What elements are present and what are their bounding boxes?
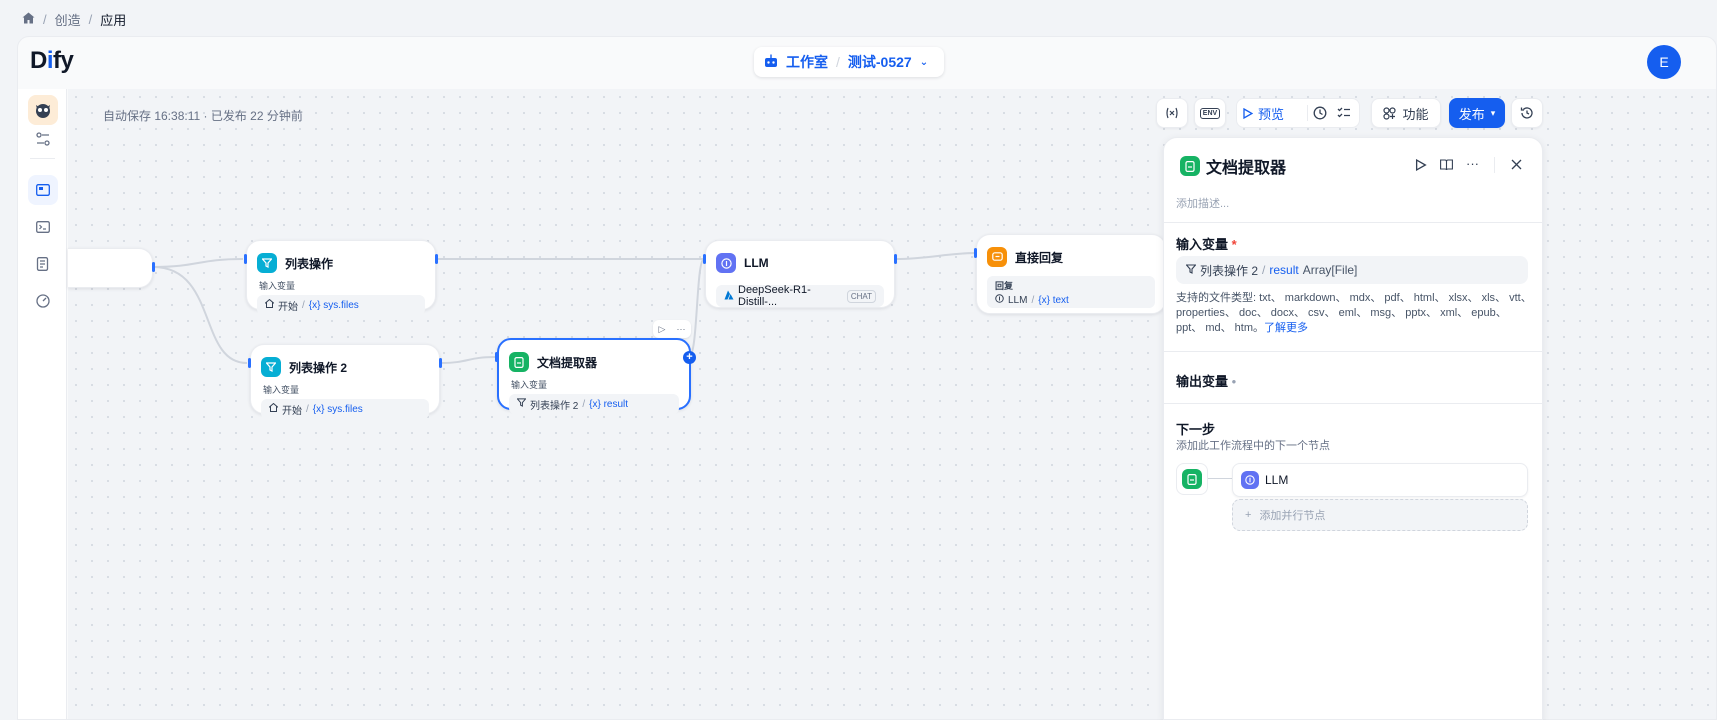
answer-node[interactable]: 直接回复 回复 LLM / {x} text [976, 234, 1166, 314]
node-mini-toolbar: ▷ ··· [653, 320, 691, 338]
chat-badge: CHAT [846, 289, 876, 303]
switcher-separator: / [836, 54, 840, 70]
env-icon: ENV [1199, 107, 1221, 119]
node-title: 列表操作 2 [289, 360, 348, 375]
llm-brain-icon [716, 253, 736, 273]
filter-icon [261, 357, 281, 377]
app-icon[interactable] [28, 95, 58, 125]
app-switcher[interactable]: 工作室 / 测试-0527 ⌄ [754, 47, 944, 77]
document-icon [1180, 156, 1200, 176]
history-icon [1520, 107, 1533, 119]
next-node-llm[interactable]: LLM [1232, 463, 1528, 497]
features-icon [1383, 106, 1397, 120]
model-selector: DeepSeek-R1-Distill-... CHAT [716, 284, 884, 308]
logs-icon[interactable] [28, 249, 58, 279]
node-input-label: 输入变量 [511, 380, 548, 390]
chevron-down-icon: ▾ [1490, 107, 1496, 118]
variable-pill: 列表操作 2/{x} result [509, 394, 679, 414]
workspace-name: 工作室 [786, 54, 828, 70]
next-step-title: 下一步 [1176, 422, 1216, 437]
app-name: 测试-0527 [847, 54, 912, 70]
breadcrumb-apps[interactable]: 应用 [100, 10, 126, 29]
start-node[interactable] [68, 248, 153, 288]
help-book-icon[interactable] [1440, 159, 1453, 174]
terminal-icon[interactable] [28, 212, 58, 242]
answer-content: 回复 LLM / {x} text [987, 276, 1155, 308]
home-icon[interactable] [22, 12, 35, 27]
left-sidebar [18, 89, 67, 719]
preview-button[interactable]: 预览 [1243, 99, 1284, 127]
node-title: 直接回复 [1015, 250, 1064, 265]
chevron-down-icon: ⌄ [919, 56, 929, 68]
add-parallel-node-button[interactable]: + 添加并行节点 [1232, 499, 1528, 531]
llm-node[interactable]: LLM DeepSeek-R1-Distill-... CHAT [705, 240, 895, 308]
breadcrumb-create[interactable]: 创造 [55, 10, 81, 29]
robot-icon [764, 54, 778, 71]
breadcrumb-separator: / [88, 12, 93, 27]
panel-title[interactable]: 文档提取器 [1206, 154, 1286, 178]
expand-dot-icon: • [1231, 374, 1237, 389]
reply-bubble-icon [987, 247, 1007, 267]
node-title: LLM [744, 256, 769, 270]
input-variable-selector[interactable]: 列表操作 2/ result Array[File] [1176, 256, 1528, 284]
output-variables-title[interactable]: 输出变量 • [1176, 371, 1236, 390]
doc-extractor-node[interactable]: 文档提取器 输入变量 列表操作 2/{x} result [497, 338, 691, 414]
node-title: 文档提取器 [537, 355, 598, 370]
node-input-label: 输入变量 [259, 281, 296, 291]
more-icon[interactable]: ··· [676, 324, 685, 334]
variable-pill: 开始 / {x} sys.files [261, 399, 429, 419]
dify-logo[interactable]: Dify [30, 47, 74, 75]
checklist-icon[interactable] [1337, 106, 1351, 123]
more-icon[interactable]: ··· [1466, 156, 1479, 171]
azure-icon [724, 290, 734, 303]
avatar[interactable]: E [1647, 45, 1681, 79]
filter-icon [516, 398, 527, 410]
filter-icon [1185, 263, 1197, 277]
run-history-icon[interactable] [1313, 106, 1327, 123]
monitoring-gauge-icon[interactable] [28, 286, 58, 316]
breadcrumb-separator: / [43, 12, 47, 27]
llm-brain-icon [1241, 471, 1259, 489]
play-icon [1243, 107, 1253, 119]
input-variables-title: 输入变量 * [1176, 237, 1237, 252]
node-input-label: 输入变量 [263, 385, 300, 395]
env-button[interactable]: ENV [1194, 98, 1226, 128]
run-node-icon[interactable] [1415, 158, 1427, 174]
run-group: 预览 [1236, 98, 1360, 128]
next-step-desc: 添加此工作流程中的下一个节点 [1176, 440, 1330, 452]
home-icon [268, 402, 279, 415]
filter-icon [257, 253, 277, 273]
description-input[interactable]: 添加描述... [1176, 195, 1229, 211]
current-node-icon [1176, 463, 1208, 495]
plus-icon: + [1245, 509, 1252, 521]
settings-sliders-icon[interactable] [28, 124, 58, 154]
list-operator-2-node[interactable]: 列表操作 2 输入变量 开始 / {x} sys.files [250, 344, 440, 419]
learn-more-link[interactable]: 了解更多 [1264, 322, 1308, 334]
close-icon[interactable] [1511, 159, 1522, 173]
version-history-button[interactable] [1511, 98, 1543, 128]
variable-pill: 开始 / {x} sys.files [257, 295, 425, 315]
breadcrumb: / 创造 / 应用 [22, 10, 126, 29]
list-operator-node[interactable]: 列表操作 输入变量 开始 / {x} sys.files [246, 240, 436, 315]
supported-file-types: 支持的文件类型: txt、 markdown、 mdx、 pdf、 html、 … [1176, 292, 1532, 334]
publish-button[interactable]: 发布 ▾ [1449, 98, 1505, 128]
home-icon [264, 298, 275, 311]
play-icon[interactable]: ▷ [659, 324, 666, 335]
workflow-orchestrate-icon[interactable] [28, 175, 58, 205]
document-icon [509, 352, 529, 372]
node-title: 列表操作 [285, 256, 334, 271]
llm-brain-icon [995, 294, 1004, 306]
features-button[interactable]: 功能 [1371, 98, 1441, 128]
add-next-node-button[interactable]: + [683, 351, 696, 364]
node-config-panel: 文档提取器 ··· 添加描述... 输入变量 * 列表操作 2/ result … [1163, 137, 1544, 720]
document-icon [1182, 469, 1202, 489]
